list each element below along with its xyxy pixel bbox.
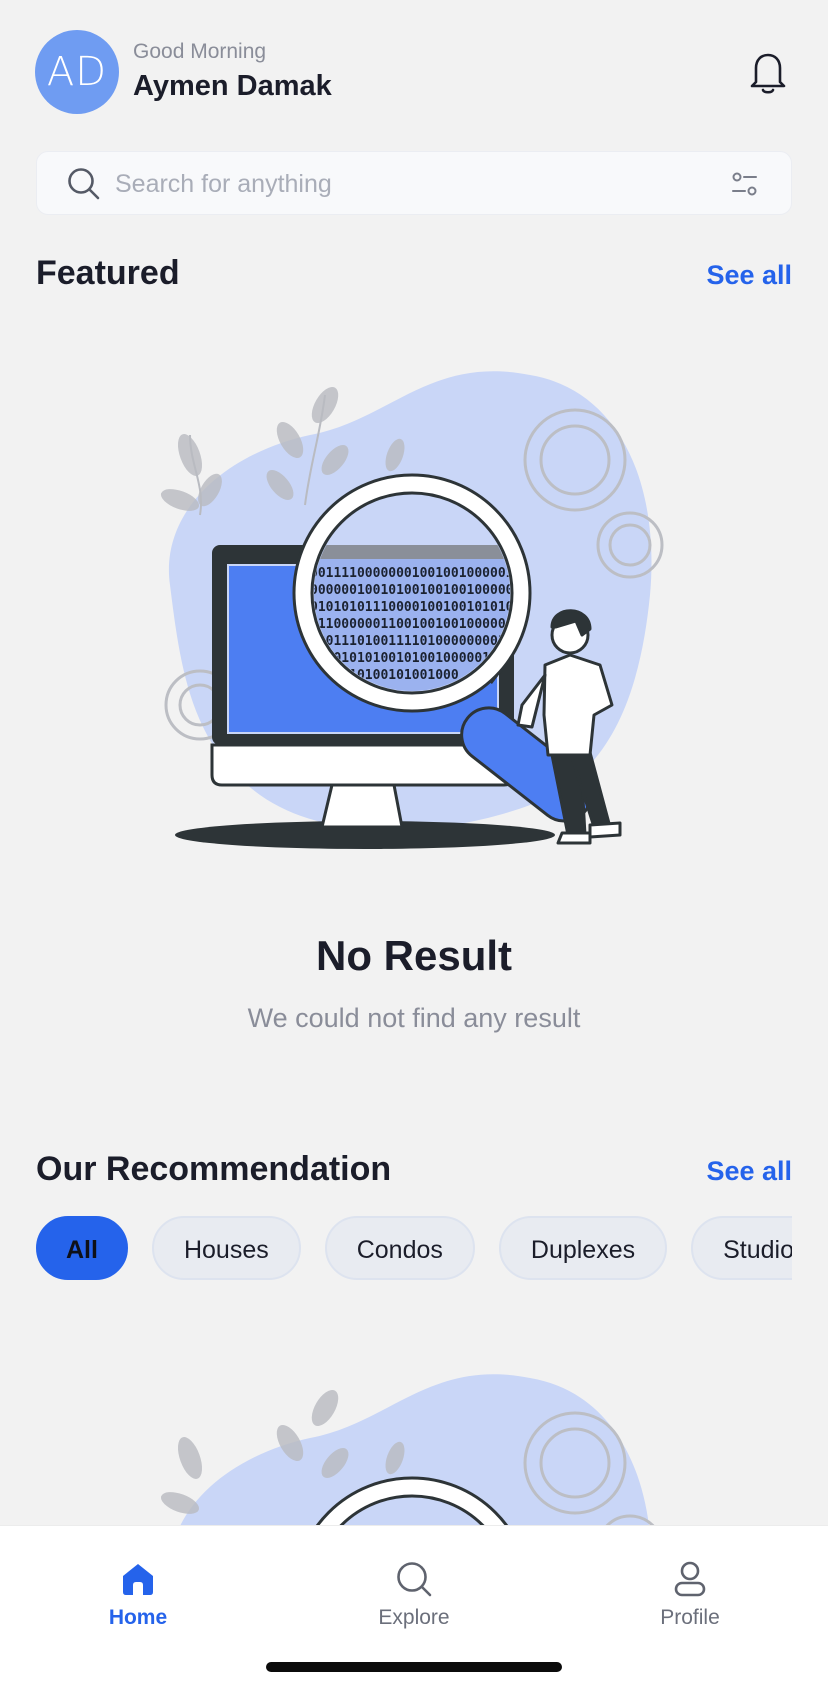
greeting-text: Good Morning	[133, 40, 267, 63]
category-chips: All Houses Condos Duplexes Studio	[36, 1216, 792, 1284]
binary-line: 00111100000001001001000001111	[310, 566, 537, 581]
home-icon	[123, 1564, 153, 1595]
binary-line: 10011101001111010000000011	[310, 634, 514, 649]
nav-home-label: Home	[108, 1606, 168, 1629]
binary-line: 00000010010100100100100000111	[310, 583, 537, 598]
bell-icon[interactable]	[748, 48, 788, 96]
chip-duplexes[interactable]: Duplexes	[498, 1216, 668, 1280]
recommendation-see-all-link[interactable]: See all	[706, 1156, 792, 1187]
explore-icon	[397, 1562, 432, 1597]
no-result-subtitle: We could not find any result	[247, 1003, 581, 1033]
filter-icon[interactable]	[729, 168, 761, 200]
chip-studio[interactable]: Studio	[691, 1216, 792, 1280]
profile-icon	[674, 1561, 706, 1597]
nav-profile-label: Profile	[660, 1606, 720, 1629]
chip-houses[interactable]: Houses	[151, 1216, 301, 1280]
search-input[interactable]	[113, 152, 717, 216]
binary-line: 01010101110000100100101010100	[310, 600, 537, 615]
featured-see-all-link[interactable]: See all	[706, 260, 792, 291]
chip-all[interactable]: All	[36, 1216, 128, 1280]
recommendation-illustration	[150, 1368, 690, 1525]
search-bar[interactable]	[36, 151, 792, 216]
nav-home[interactable]: Home	[48, 1560, 228, 1630]
avatar[interactable]: AD	[35, 30, 119, 114]
no-result-title: No Result	[315, 932, 512, 979]
recommendation-title: Our Recommendation	[36, 1150, 392, 1188]
nav-explore-label: Explore	[378, 1606, 450, 1629]
nav-explore[interactable]: Explore	[324, 1560, 504, 1630]
user-name: Aymen Damak	[133, 70, 332, 102]
featured-title: Featured	[36, 254, 180, 292]
chip-condos[interactable]: Condos	[324, 1216, 475, 1280]
no-result-illustration: 00111100000001001001000001111 0000001001…	[150, 365, 690, 865]
home-indicator	[266, 1662, 562, 1672]
search-icon	[67, 167, 101, 201]
nav-profile[interactable]: Profile	[600, 1560, 780, 1630]
